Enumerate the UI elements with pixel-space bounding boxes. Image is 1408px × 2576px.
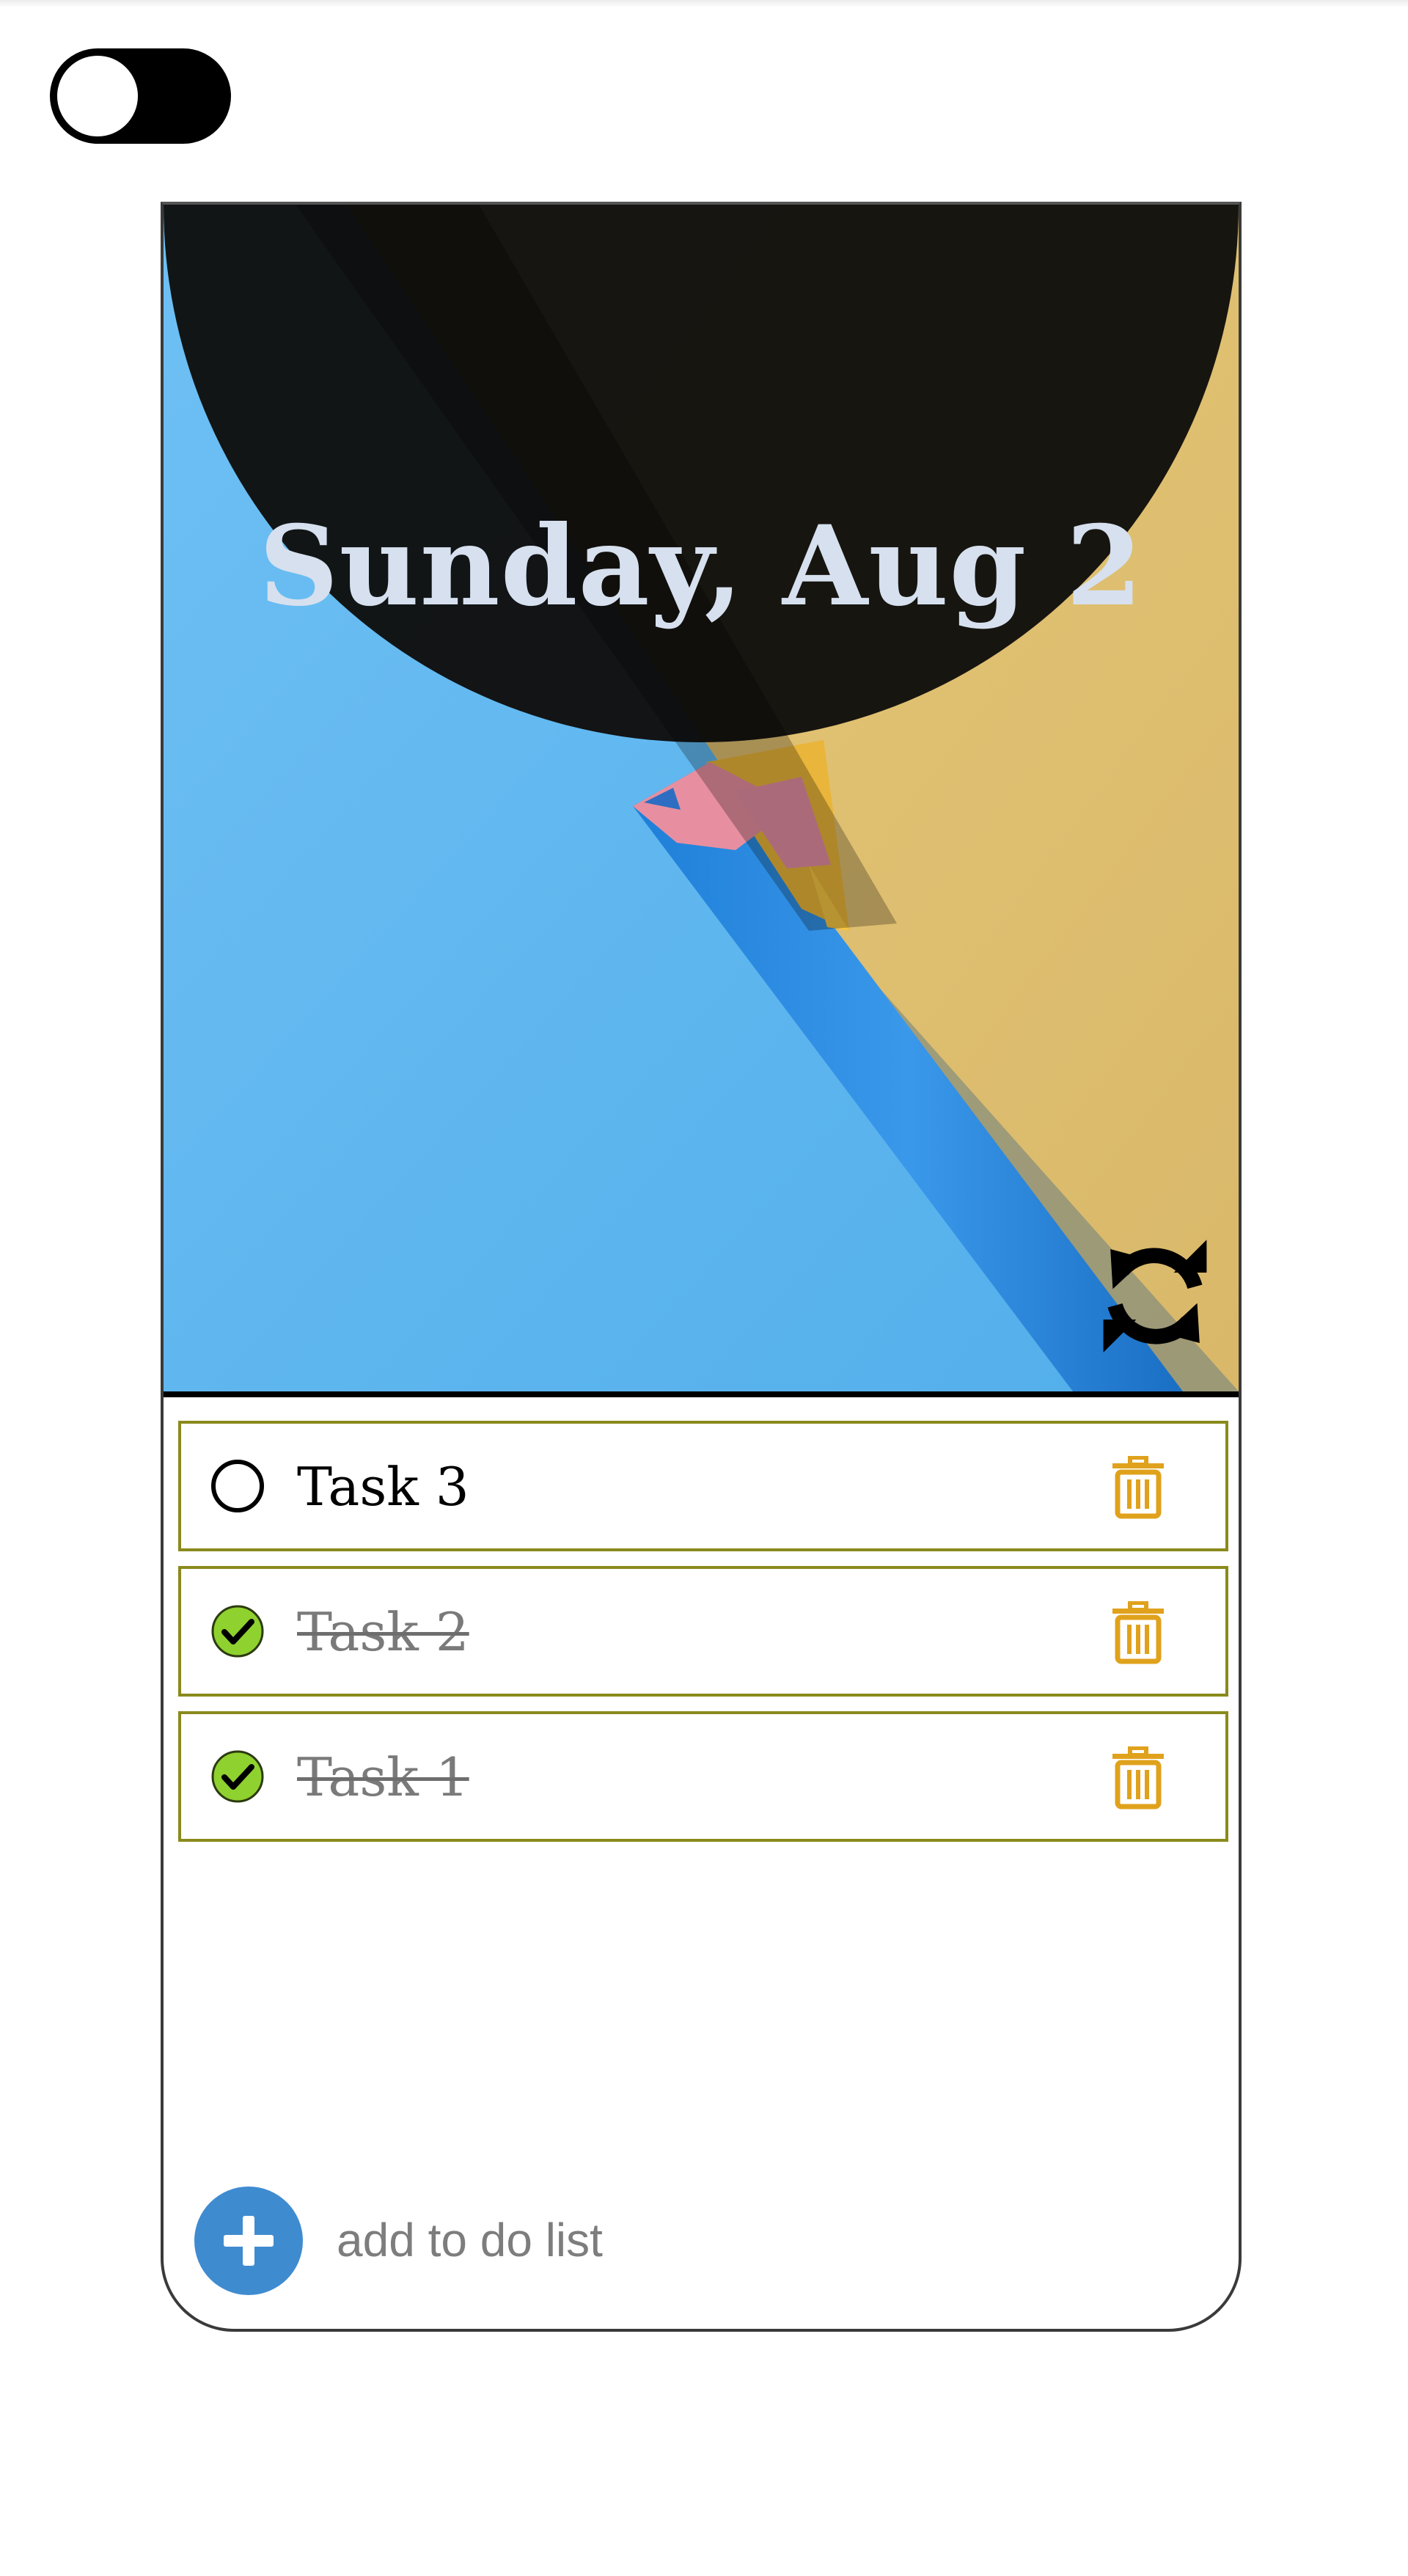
task-label[interactable]: Task 2 — [297, 1603, 469, 1661]
task-row: Task 1 — [178, 1711, 1228, 1842]
unchecked-circle-icon[interactable] — [210, 1459, 265, 1513]
date-heading: Sunday, Aug 2 — [259, 502, 1143, 631]
plus-icon — [224, 2216, 274, 2266]
checked-circle-icon[interactable] — [210, 1604, 265, 1658]
refresh-icon[interactable] — [1096, 1237, 1214, 1355]
trash-icon[interactable] — [1111, 1456, 1165, 1519]
todo-card: Sunday, Aug 2 Task 3 Task 2 Task 1 add t… — [161, 202, 1242, 2332]
top-shadow — [0, 0, 1408, 7]
task-row: Task 3 — [178, 1421, 1228, 1551]
trash-icon[interactable] — [1111, 1746, 1165, 1810]
task-label[interactable]: Task 3 — [297, 1457, 469, 1516]
toggle-knob — [57, 56, 138, 136]
task-list: Task 3 Task 2 Task 1 — [178, 1421, 1228, 1856]
task-row: Task 2 — [178, 1566, 1228, 1697]
trash-icon[interactable] — [1111, 1601, 1165, 1664]
checked-circle-icon[interactable] — [210, 1749, 265, 1804]
task-label[interactable]: Task 1 — [297, 1748, 469, 1807]
todo-app-page: Sunday, Aug 2 Task 3 Task 2 Task 1 add t… — [0, 0, 1408, 2576]
add-task-input[interactable] — [337, 2207, 1143, 2273]
pencil-background-image — [164, 205, 1239, 1391]
add-task-button[interactable] — [194, 2187, 303, 2295]
header-image: Sunday, Aug 2 — [164, 205, 1239, 1397]
theme-toggle[interactable] — [50, 48, 231, 144]
